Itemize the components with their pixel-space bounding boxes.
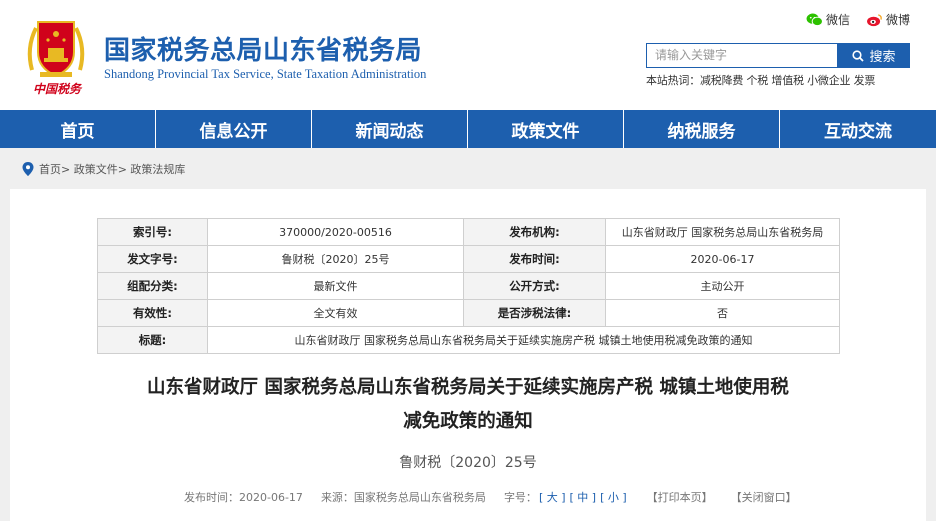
document-number: 鲁财税〔2020〕25号 <box>399 455 537 471</box>
search-icon <box>852 49 865 62</box>
search-input[interactable]: 请输入关键字 <box>646 43 838 68</box>
nav-item-policy[interactable]: 政策文件 <box>468 110 624 148</box>
breadcrumb: 首页> 政策文件> 政策法规库 <box>22 161 185 177</box>
publish-time: 发布时间：2020-06-17 <box>184 491 303 504</box>
nav-item-info-public[interactable]: 信息公开 <box>156 110 312 148</box>
hot-words[interactable]: 本站热词：减税降费 个税 增值税 小微企业 发票 <box>646 72 875 88</box>
document-title-line1: 山东省财政厅 国家税务总局山东省税务局关于延续实施房产税 城镇土地使用税 <box>147 377 789 398</box>
site-header: 中国税务 国家税务总局山东省税务局 Shandong Provincial Ta… <box>0 0 936 108</box>
site-subtitle: Shandong Provincial Tax Service, State T… <box>104 67 427 81</box>
share-weibo-label: 微博 <box>886 13 911 27</box>
table-row: 索引号: 370000/2020-00516 发布机构: 山东省财政厅 国家税务… <box>97 218 840 246</box>
nav-item-news[interactable]: 新闻动态 <box>312 110 468 148</box>
meta-docno-value: 鲁财税〔2020〕25号 <box>207 245 464 273</box>
table-row: 发文字号: 鲁财税〔2020〕25号 发布时间: 2020-06-17 <box>97 245 840 273</box>
share-weibo-link[interactable]: 微博 <box>866 11 910 28</box>
print-button[interactable]: 【打印本页】 <box>647 489 713 505</box>
table-row: 有效性: 全文有效 是否涉税法律: 否 <box>97 299 840 327</box>
meta-validity-label: 有效性: <box>97 299 208 327</box>
document-info-bar: 发布时间：2020-06-17 来源：国家税务总局山东省税务局 字号： [ 大 … <box>184 489 797 505</box>
meta-law-value: 否 <box>605 299 840 327</box>
meta-index-value: 370000/2020-00516 <box>207 218 464 246</box>
meta-law-label: 是否涉税法律: <box>463 299 606 327</box>
meta-date-label: 发布时间: <box>463 245 606 273</box>
weibo-icon <box>867 13 882 26</box>
font-medium-button[interactable]: [ 中 ] <box>570 489 597 505</box>
table-row: 标题: 山东省财政厅 国家税务总局山东省税务局关于延续实施房产税 城镇土地使用税… <box>97 326 840 354</box>
meta-category-label: 组配分类: <box>97 272 208 300</box>
nav-item-tax-service[interactable]: 纳税服务 <box>624 110 780 148</box>
font-size-label: 字号： <box>503 491 537 504</box>
site-title[interactable]: 国家税务总局山东省税务局 <box>104 30 422 67</box>
share-wechat-label: 微信 <box>826 13 851 27</box>
emblem-text: 中国税务 <box>32 82 81 96</box>
document-meta-table: 索引号: 370000/2020-00516 发布机构: 山东省财政厅 国家税务… <box>97 218 840 354</box>
document-title: 山东省财政厅 国家税务总局山东省税务局关于延续实施房产税 城镇土地使用税 减免政… <box>50 371 886 439</box>
meta-open-label: 公开方式: <box>463 272 606 300</box>
share-wechat-link[interactable]: 微信 <box>806 11 850 28</box>
nav-item-home[interactable]: 首页 <box>0 110 156 148</box>
document-title-line2: 减免政策的通知 <box>403 411 533 432</box>
meta-docno-label: 发文字号: <box>97 245 208 273</box>
close-window-button[interactable]: 【关闭窗口】 <box>731 489 797 505</box>
search-button-label: 搜索 <box>869 50 896 65</box>
location-pin-icon <box>22 162 34 176</box>
font-large-button[interactable]: [ 大 ] <box>539 489 566 505</box>
search-button[interactable]: 搜索 <box>838 43 910 68</box>
meta-date-value: 2020-06-17 <box>605 245 840 273</box>
meta-title-value: 山东省财政厅 国家税务总局山东省税务局关于延续实施房产税 城镇土地使用税减免政策… <box>207 326 840 354</box>
tax-emblem-logo[interactable]: 中国税务 <box>20 8 92 100</box>
wechat-icon <box>806 12 823 26</box>
main-nav: 首页 信息公开 新闻动态 政策文件 纳税服务 互动交流 <box>0 110 936 148</box>
source: 来源：国家税务总局山东省税务局 <box>320 491 486 504</box>
meta-validity-value: 全文有效 <box>207 299 464 327</box>
nav-item-interaction[interactable]: 互动交流 <box>780 110 936 148</box>
meta-category-value: 最新文件 <box>207 272 464 300</box>
font-small-button[interactable]: [ 小 ] <box>600 489 627 505</box>
meta-open-value: 主动公开 <box>605 272 840 300</box>
meta-org-value: 山东省财政厅 国家税务总局山东省税务局 <box>605 218 840 246</box>
table-row: 组配分类: 最新文件 公开方式: 主动公开 <box>97 272 840 300</box>
breadcrumb-text[interactable]: 首页> 政策文件> 政策法规库 <box>39 161 185 177</box>
meta-org-label: 发布机构: <box>463 218 606 246</box>
meta-index-label: 索引号: <box>97 218 208 246</box>
meta-title-label: 标题: <box>97 326 208 354</box>
